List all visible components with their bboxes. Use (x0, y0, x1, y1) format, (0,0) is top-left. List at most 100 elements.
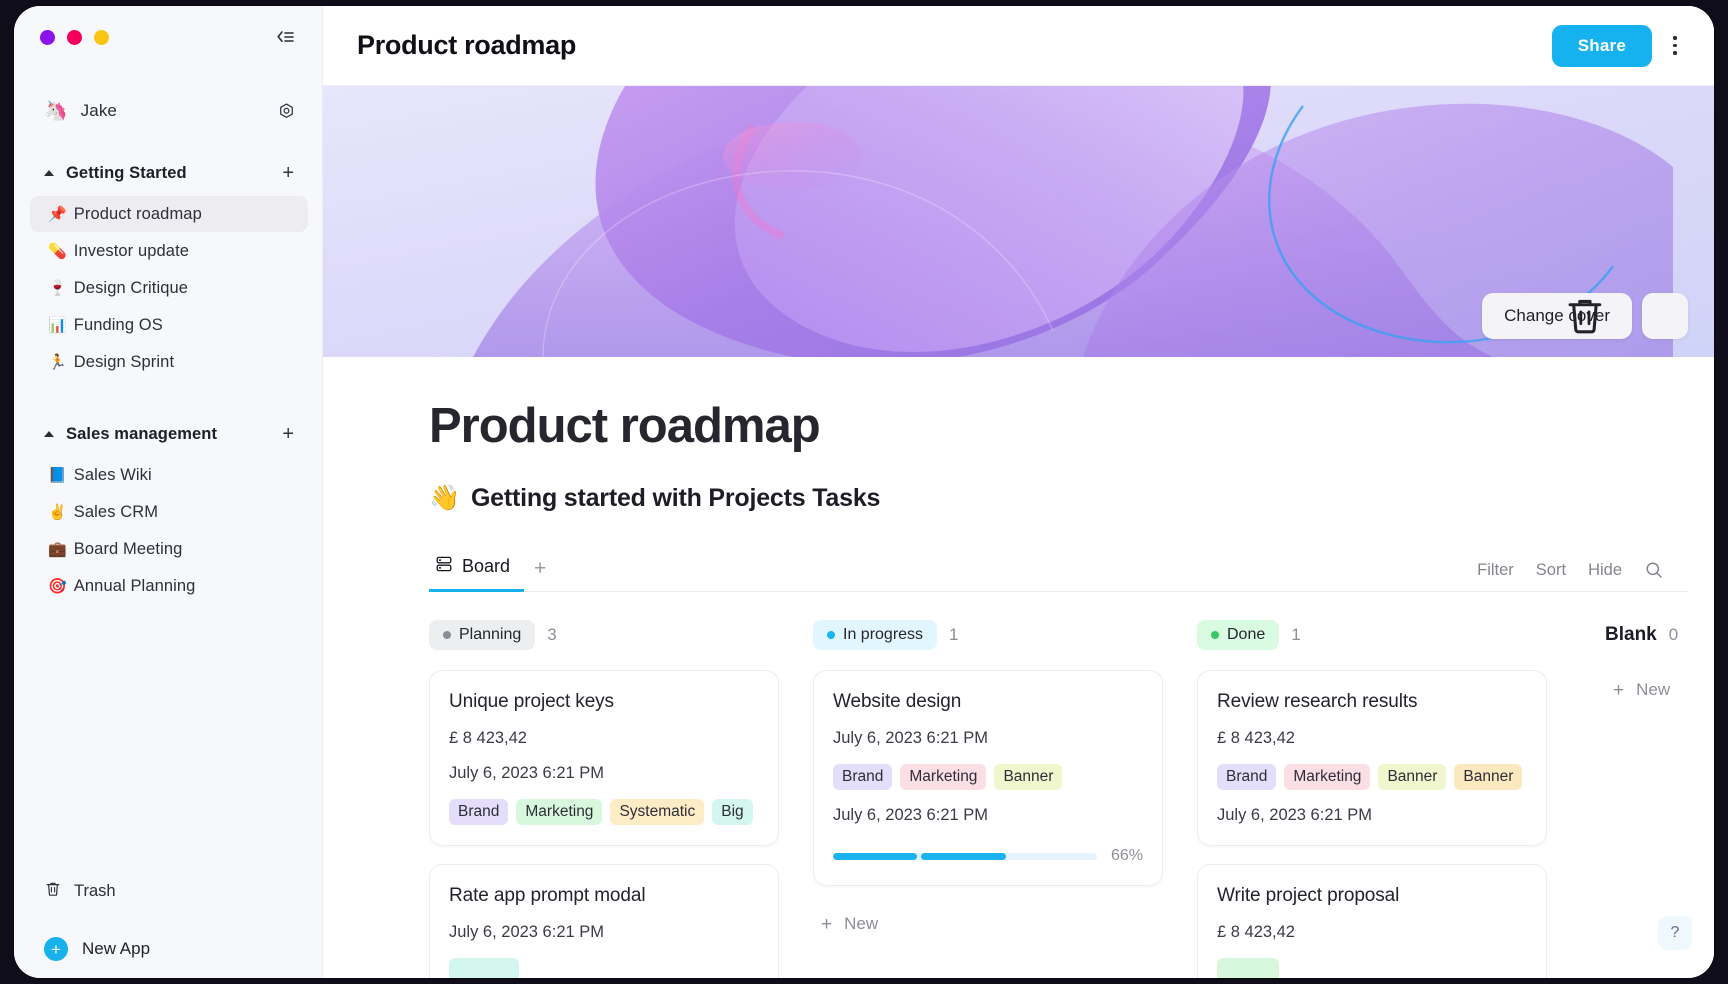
card-date: July 6, 2023 6:21 PM (833, 729, 989, 748)
card-amount: £ 8 423,42 (1217, 729, 1295, 748)
board-view-icon (435, 555, 453, 578)
board-card[interactable]: Rate app prompt modal July 6, 2023 6:21 … (429, 864, 779, 978)
hide-button[interactable]: Hide (1588, 561, 1622, 580)
sidebar-item-sales-wiki[interactable]: 📘 Sales Wiki (30, 457, 308, 493)
trash-icon (44, 880, 74, 903)
column-header[interactable]: Done 1 (1197, 620, 1547, 651)
card-tags (449, 958, 759, 978)
blue-book-icon: 📘 (48, 466, 67, 484)
tag[interactable]: Banner (1454, 764, 1523, 791)
sidebar-item-annual-planning[interactable]: 🎯 Annual Planning (30, 568, 308, 604)
pin-icon: 📌 (48, 205, 67, 223)
close-button[interactable] (40, 29, 55, 45)
wine-glass-icon: 🍷 (48, 279, 67, 297)
tag[interactable]: Marketing (1284, 764, 1371, 791)
column-header[interactable]: Planning 3 (429, 620, 779, 651)
sidebar-item-product-roadmap[interactable]: 📌 Product roadmap (30, 196, 308, 232)
tab-board[interactable]: Board (429, 555, 525, 593)
search-icon[interactable] (1644, 560, 1664, 580)
sidebar-item-investor-update[interactable]: 💊 Investor update (30, 233, 308, 269)
share-button[interactable]: Share (1551, 24, 1652, 67)
sidebar-item-design-sprint[interactable]: 🏃 Design Sprint (30, 344, 308, 380)
card-date: July 6, 2023 6:21 PM (449, 764, 605, 783)
add-card-label: New (1636, 680, 1671, 700)
sidebar-item-label: Investor update (73, 241, 190, 260)
tag[interactable]: Banner (994, 764, 1063, 791)
status-badge-planning[interactable]: Planning (429, 620, 536, 651)
sidebar-item-board-meeting[interactable]: 💼 Board Meeting (30, 531, 308, 567)
sidebar-item-label: Annual Planning (73, 576, 196, 595)
section-title: Sales management (66, 424, 218, 443)
sidebar-section-sales-management: Sales management + 📘 Sales Wiki ✌️ Sales… (14, 417, 322, 605)
help-button[interactable]: ? (1658, 916, 1692, 950)
sidebar-item-sales-crm[interactable]: ✌️ Sales CRM (30, 494, 308, 530)
tag[interactable]: Systematic (610, 799, 705, 826)
status-dot-icon (443, 631, 451, 640)
card-progress: 66% (833, 847, 1143, 865)
card-amount: £ 8 423,42 (449, 729, 527, 748)
bar-chart-icon: 📊 (48, 316, 67, 334)
card-title: Review research results (1217, 691, 1418, 713)
column-count: 1 (1291, 625, 1301, 645)
section-header[interactable]: Sales management + (14, 417, 322, 451)
column-header[interactable]: Blank 0 (1605, 620, 1714, 650)
status-label: In progress (843, 626, 924, 644)
section-header[interactable]: Getting Started + (14, 156, 322, 190)
status-label: Done (1227, 626, 1266, 644)
plus-icon: + (44, 937, 68, 961)
caret-up-icon[interactable] (44, 170, 54, 176)
board-card[interactable]: Unique project keys £ 8 423,42 July 6, 2… (429, 670, 779, 847)
sort-button[interactable]: Sort (1536, 561, 1566, 580)
gear-icon[interactable] (274, 99, 298, 123)
add-card-button[interactable]: + New (1605, 670, 1714, 710)
filter-button[interactable]: Filter (1477, 561, 1514, 580)
add-page-button[interactable]: + (278, 424, 298, 444)
nav-list: 📌 Product roadmap 💊 Investor update 🍷 De… (14, 196, 322, 380)
tag[interactable]: Banner (1378, 764, 1447, 791)
sidebar-item-funding-os[interactable]: 📊 Funding OS (30, 307, 308, 343)
delete-cover-button[interactable] (1568, 293, 1688, 339)
board-column-done: Done 1 Review research results £ 8 423,4… (1197, 620, 1547, 978)
caret-up-icon[interactable] (44, 431, 54, 437)
cover-image: Change cover (323, 86, 1714, 357)
tab-board-label: Board (462, 556, 511, 577)
kebab-menu-icon[interactable] (1660, 29, 1690, 63)
new-app-button[interactable]: + New App (14, 920, 322, 978)
board-card[interactable]: Website design July 6, 2023 6:21 PM Bran… (813, 670, 1163, 887)
tag[interactable]: Brand (833, 764, 893, 791)
minimize-button[interactable] (67, 29, 82, 45)
card-title: Website design (833, 691, 962, 713)
new-app-label: New App (82, 939, 151, 958)
runner-icon: 🏃 (48, 353, 67, 371)
board-column-planning: Planning 3 Unique project keys £ 8 423,4… (429, 620, 779, 978)
sidebar-item-design-critique[interactable]: 🍷 Design Critique (30, 270, 308, 306)
add-view-button[interactable]: + (524, 558, 556, 591)
user-row[interactable]: 🦄 Jake (14, 84, 322, 138)
tag[interactable]: Big (712, 799, 753, 826)
add-page-button[interactable]: + (278, 163, 298, 183)
tag[interactable]: Brand (449, 799, 509, 826)
card-title: Rate app prompt modal (449, 885, 646, 907)
tag[interactable]: Brand (1217, 764, 1277, 791)
sidebar-item-label: Funding OS (73, 315, 163, 334)
sidebar-item-label: Design Critique (73, 278, 189, 297)
tag-placeholder (449, 958, 519, 978)
tag[interactable]: Marketing (900, 764, 987, 791)
board-card[interactable]: Write project proposal £ 8 423,42 (1197, 864, 1547, 978)
collapse-sidebar-icon[interactable] (272, 24, 298, 50)
card-date: July 6, 2023 6:21 PM (449, 923, 605, 942)
tag-placeholder (1217, 958, 1279, 978)
sidebar-item-label: Sales CRM (73, 502, 159, 521)
status-badge-done[interactable]: Done (1197, 620, 1280, 651)
top-bar: Product roadmap Share (323, 6, 1714, 86)
sidebar-item-trash[interactable]: Trash (30, 870, 308, 912)
add-card-button[interactable]: + New (813, 904, 1163, 944)
status-label: Planning (459, 626, 522, 644)
tag[interactable]: Marketing (516, 799, 603, 826)
column-header[interactable]: In progress 1 (813, 620, 1163, 651)
maximize-button[interactable] (94, 29, 109, 45)
nav-list: 📘 Sales Wiki ✌️ Sales CRM 💼 Board Meetin… (14, 457, 322, 604)
plus-icon: + (1613, 679, 1625, 701)
board-card[interactable]: Review research results £ 8 423,42 Brand… (1197, 670, 1547, 847)
status-badge-in-progress[interactable]: In progress (813, 620, 938, 651)
